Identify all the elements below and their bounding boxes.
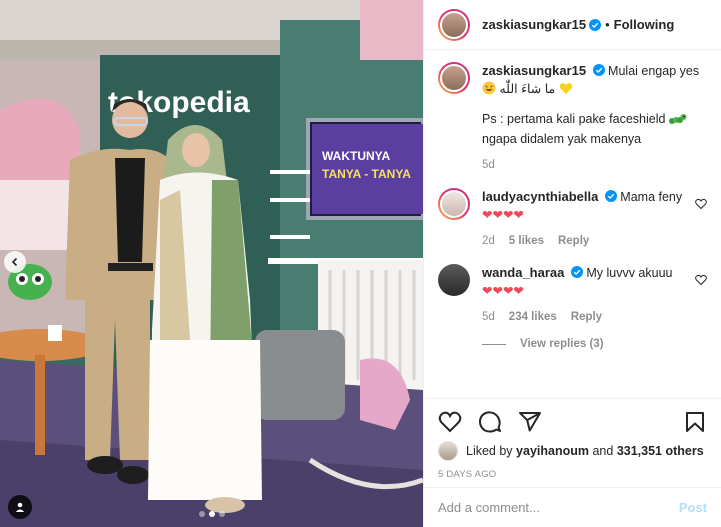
verified-badge-icon xyxy=(592,64,605,76)
liker-username[interactable]: yayihanoum xyxy=(516,444,589,458)
comment-text: Mama feny xyxy=(620,190,683,204)
screen-text: WAKTUNYA xyxy=(322,149,391,163)
caption-ps: Ps : pertama kali pake faceshield xyxy=(482,112,666,126)
carousel-dots xyxy=(0,511,423,517)
comment-likes[interactable]: 234 likes xyxy=(509,308,557,326)
post-photo[interactable]: tokopedia WAKTUNYA TANYA - TANYA xyxy=(0,0,423,527)
comment-username[interactable]: wanda_haraa xyxy=(482,265,564,280)
verified-badge-icon xyxy=(570,266,583,278)
hearts-emoji: ❤❤❤❤ xyxy=(482,284,524,298)
caption-row: zaskiasungkar15 Mulai engap yes ما شاءَ … xyxy=(438,62,707,174)
caption-text: Mulai engap yes xyxy=(608,64,700,78)
like-comment-heart-icon[interactable] xyxy=(695,274,707,286)
carousel-dot-active xyxy=(208,511,215,517)
comment-row: wanda_haraa My luvvv akuuu ❤❤❤❤ 5d 234 l… xyxy=(438,264,707,326)
likes-and: and xyxy=(592,444,614,458)
caption-ps-continued: ngapa didalem yak makenya xyxy=(482,132,642,146)
author-avatar[interactable] xyxy=(438,62,470,94)
comment-username[interactable]: laudyacynthiabella xyxy=(482,189,598,204)
comment-bubble-icon[interactable] xyxy=(478,410,502,434)
posted-time[interactable]: 5 DAYS AGO xyxy=(438,469,707,480)
comment-time: 2d xyxy=(482,235,495,247)
like-heart-icon[interactable] xyxy=(438,410,462,434)
commenter-avatar[interactable] xyxy=(438,264,470,296)
caption-arabic: ما شاءَ اللّٰه xyxy=(499,82,556,96)
liker-avatar[interactable] xyxy=(438,441,458,461)
share-paper-plane-icon[interactable] xyxy=(518,410,542,434)
add-comment-input[interactable] xyxy=(438,500,679,515)
carousel-dot xyxy=(218,511,225,517)
like-comment-heart-icon[interactable] xyxy=(695,198,707,210)
likes-count[interactable]: 331,351 others xyxy=(617,444,704,458)
post-actions: Liked by yayihanoum and 331,351 others 5… xyxy=(424,398,721,480)
author-avatar[interactable] xyxy=(438,8,470,41)
caption-username[interactable]: zaskiasungkar15 xyxy=(482,63,586,78)
caption-time: 5d xyxy=(482,159,495,171)
carousel-dot xyxy=(198,511,205,517)
verified-badge-icon xyxy=(589,18,602,31)
view-replies-button[interactable]: View replies (3) xyxy=(482,338,707,350)
view-replies-label: View replies (3) xyxy=(520,338,604,350)
reply-button[interactable]: Reply xyxy=(571,308,602,326)
comment-text: My luvvv akuuu xyxy=(586,266,673,280)
reply-button[interactable]: Reply xyxy=(558,232,589,250)
comments-list[interactable]: zaskiasungkar15 Mulai engap yes ما شاءَ … xyxy=(438,62,707,392)
yellow-heart-icon xyxy=(559,82,573,100)
replies-divider xyxy=(482,343,506,345)
comment-likes[interactable]: 5 likes xyxy=(509,232,544,250)
likes-summary: Liked by yayihanoum and 331,351 others xyxy=(438,441,707,461)
post-header: zaskiasungkar15 • Following xyxy=(424,0,721,50)
comment-time: 5d xyxy=(482,311,495,323)
svg-text:TANYA - TANYA: TANYA - TANYA xyxy=(322,167,411,181)
verified-badge-icon xyxy=(604,190,617,202)
user-tag-button[interactable] xyxy=(8,495,32,519)
user-tag-icon xyxy=(15,502,25,512)
caterpillar-emoji-icon xyxy=(668,112,687,130)
laughing-emoji-icon xyxy=(482,81,496,100)
following-button[interactable]: Following xyxy=(614,17,675,32)
author-username[interactable]: zaskiasungkar15 xyxy=(482,17,586,32)
post-side-panel: zaskiasungkar15 • Following zaskiasungka… xyxy=(423,0,721,527)
liked-by-prefix: Liked by xyxy=(466,444,513,458)
header-separator: • xyxy=(605,17,610,32)
save-bookmark-icon[interactable] xyxy=(683,410,707,434)
chevron-left-icon xyxy=(11,257,18,267)
carousel-prev-button[interactable] xyxy=(4,251,26,273)
add-comment-bar: Post xyxy=(424,487,721,527)
hearts-emoji: ❤❤❤❤ xyxy=(482,208,524,222)
commenter-avatar[interactable] xyxy=(438,188,470,220)
post-comment-button[interactable]: Post xyxy=(679,500,707,515)
comment-row: laudyacynthiabella Mama feny ❤❤❤❤ 2d 5 l… xyxy=(438,188,707,250)
studio-scene: tokopedia WAKTUNYA TANYA - TANYA xyxy=(0,0,423,527)
